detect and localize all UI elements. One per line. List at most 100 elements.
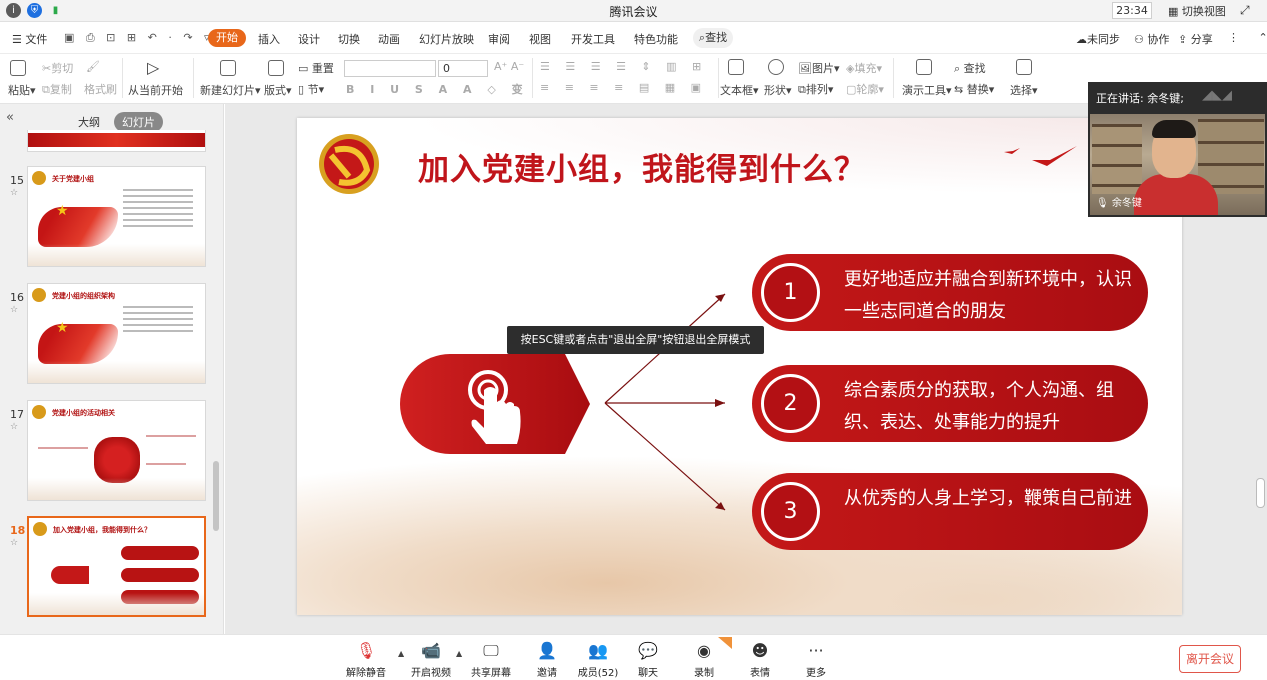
more-options-icon[interactable]: ⋮ ⌃: [1228, 31, 1267, 44]
text-lines: [146, 463, 186, 465]
slide-number: 15: [10, 174, 24, 187]
switch-view-button[interactable]: ▦ 切换视图: [1168, 3, 1226, 19]
select-button[interactable]: 选择▾: [1010, 82, 1038, 98]
members-label: 成员(52): [577, 668, 619, 679]
start-video-button[interactable]: 📹 开启视频: [401, 641, 461, 679]
textbox-icon[interactable]: [728, 59, 744, 75]
presenter-tools-button[interactable]: 演示工具▾: [902, 82, 952, 98]
font-family-select[interactable]: [344, 60, 436, 77]
unmute-button[interactable]: 🎙 解除静音: [336, 641, 396, 679]
layout-icon[interactable]: [268, 60, 284, 76]
section-button[interactable]: ▯ 节▾: [298, 81, 324, 97]
chat-icon: 💬: [638, 641, 658, 660]
presenter-tools-icon[interactable]: [916, 59, 932, 75]
chat-label: 聊天: [638, 668, 658, 679]
reset-button[interactable]: ▭ 重置: [298, 60, 334, 76]
new-slide-button[interactable]: 新建幻灯片▾: [200, 82, 261, 98]
play-icon[interactable]: ▷: [147, 58, 159, 77]
menu-transition[interactable]: 切换: [338, 31, 360, 47]
ellipsis-icon: ···: [808, 641, 824, 660]
leave-meeting-button[interactable]: 离开会议: [1179, 645, 1241, 673]
share-label: 分享: [1190, 33, 1213, 46]
more-button[interactable]: ··· 更多: [786, 641, 846, 679]
party-emblem-icon: [319, 134, 379, 194]
current-slide[interactable]: 加入党建小组，我能得到什么？ 1 更好地适应并融合到新环境中，认识一些志同道合的…: [297, 118, 1182, 615]
menu-start[interactable]: 开始: [208, 29, 246, 47]
shape-button[interactable]: 形状▾: [764, 82, 792, 98]
slide-number: 18: [10, 524, 26, 537]
share-button[interactable]: ⇪ 分享: [1178, 31, 1213, 47]
record-button[interactable]: ◉ 录制: [674, 641, 734, 679]
thumb-title: 关于党建小组: [52, 175, 94, 183]
ribbon-divider: [893, 58, 894, 98]
replace-icon: ⇆: [954, 83, 964, 96]
from-current-button[interactable]: 从当前开始: [128, 82, 183, 98]
menu-slideshow[interactable]: 幻灯片放映: [419, 31, 474, 47]
share-screen-label: 共享屏幕: [471, 668, 511, 679]
format-painter-icon[interactable]: 🖌: [86, 60, 100, 73]
thumb-item-2: [121, 568, 199, 582]
arrange-button[interactable]: ⧉排列▾: [798, 81, 833, 97]
slide-thumbnail-18[interactable]: 加入党建小组，我能得到什么？: [27, 516, 206, 617]
collapse-panel-icon[interactable]: «: [6, 110, 14, 125]
slide-thumbnail-16[interactable]: 党建小组的组织架构 ★: [27, 283, 206, 384]
slides-panel: « 大纲 幻灯片 15 ☆ 关于党建小组 ★ 16 ☆ 党建小组的组织架构 ★ …: [0, 104, 224, 634]
arrow-connectors: [604, 293, 726, 511]
quick-access-toolbar[interactable]: ▣ ⎙ ⊡ ⊞ ↶ · ↷ ▿: [64, 31, 214, 45]
shape-icon[interactable]: [768, 59, 784, 75]
benefit-number: 3: [761, 482, 820, 541]
menu-devtools[interactable]: 开发工具: [571, 31, 615, 47]
share-screen-button[interactable]: 🖵 共享屏幕: [461, 641, 521, 679]
slide-thumbnail-partial[interactable]: [27, 130, 206, 152]
chat-button[interactable]: 💬 聊天: [618, 641, 678, 679]
textbox-button[interactable]: 文本框▾: [720, 82, 759, 98]
menu-insert[interactable]: 插入: [258, 31, 280, 47]
picture-icon: 🖼: [798, 62, 812, 75]
outline-icon: ▢: [846, 83, 857, 96]
menu-design[interactable]: 设计: [298, 31, 320, 47]
menu-animation[interactable]: 动画: [378, 31, 400, 47]
outline-button[interactable]: ▢轮廓▾: [846, 81, 884, 97]
format-painter-button[interactable]: 格式刷: [84, 81, 117, 97]
ribbon-divider: [193, 58, 194, 98]
panel-scrollbar[interactable]: [213, 461, 219, 531]
tab-slides[interactable]: 幻灯片: [114, 112, 163, 132]
replace-button[interactable]: ⇆ 替换▾: [954, 81, 994, 97]
muted-microphone-icon: 🎙: [356, 641, 377, 660]
menu-file[interactable]: ☰ 文件: [12, 31, 47, 47]
benefit-text: 从优秀的人身上学习，鞭策自己前进: [844, 488, 1132, 509]
fill-button[interactable]: ◈填充▾: [846, 60, 882, 76]
slide-thumbnail-17[interactable]: 党建小组的活动相关: [27, 400, 206, 501]
sync-status[interactable]: ☁未同步: [1076, 31, 1120, 47]
picture-button[interactable]: 🖼图片▾: [798, 60, 840, 76]
slide-thumbnail-15[interactable]: 关于党建小组 ★: [27, 166, 206, 267]
grow-font-icon[interactable]: A⁺ A⁻: [494, 60, 524, 73]
cut-label: 剪切: [51, 62, 74, 75]
tab-outline[interactable]: 大纲: [70, 112, 108, 132]
record-icon: ◉: [697, 641, 711, 660]
new-slide-icon[interactable]: [220, 60, 236, 76]
font-size-input[interactable]: 0: [438, 60, 488, 77]
menu-view[interactable]: 视图: [529, 31, 551, 47]
participant-name: 🎙 余冬键: [1096, 194, 1142, 209]
menu-review[interactable]: 审阅: [488, 31, 510, 47]
menu-search[interactable]: ⌕查找: [693, 28, 733, 48]
copy-button[interactable]: ⧉复制: [42, 81, 72, 97]
canvas-scrollbar[interactable]: [1256, 478, 1265, 508]
align-icons[interactable]: ≡ ≡ ≡ ≡ ▤ ▦ ▣: [540, 81, 707, 94]
paste-icon[interactable]: [10, 60, 26, 76]
scissors-icon: ✂: [42, 62, 52, 75]
text-format-icons[interactable]: B I U S A A ◇ 变: [346, 81, 529, 97]
meeting-controls: 🎙 解除静音 ▲ 📹 开启视频 ▲ 🖵 共享屏幕 👤 邀请 👥 成员(52) 💬 聊天 ◉ 录…: [0, 634, 1267, 680]
speaker-video-panel[interactable]: 正在讲话: 余冬键; ◢◣◢ 🎙 余冬键: [1088, 82, 1267, 217]
find-button[interactable]: ⌕ 查找: [954, 60, 986, 76]
reactions-button[interactable]: ☻ 表情: [730, 641, 790, 679]
collab-button[interactable]: ⚇ 协作: [1134, 31, 1169, 47]
menu-features[interactable]: 特色功能: [634, 31, 678, 47]
paste-button[interactable]: 粘贴▾: [8, 82, 36, 98]
fullscreen-icon[interactable]: ⤢: [1240, 3, 1250, 18]
list-icons[interactable]: ☰ ☰ ☰ ☰ ⇕ ▥ ⊞: [540, 60, 707, 73]
select-icon[interactable]: [1016, 59, 1032, 75]
cut-button[interactable]: ✂剪切: [42, 60, 73, 76]
layout-button[interactable]: 版式▾: [264, 82, 292, 98]
